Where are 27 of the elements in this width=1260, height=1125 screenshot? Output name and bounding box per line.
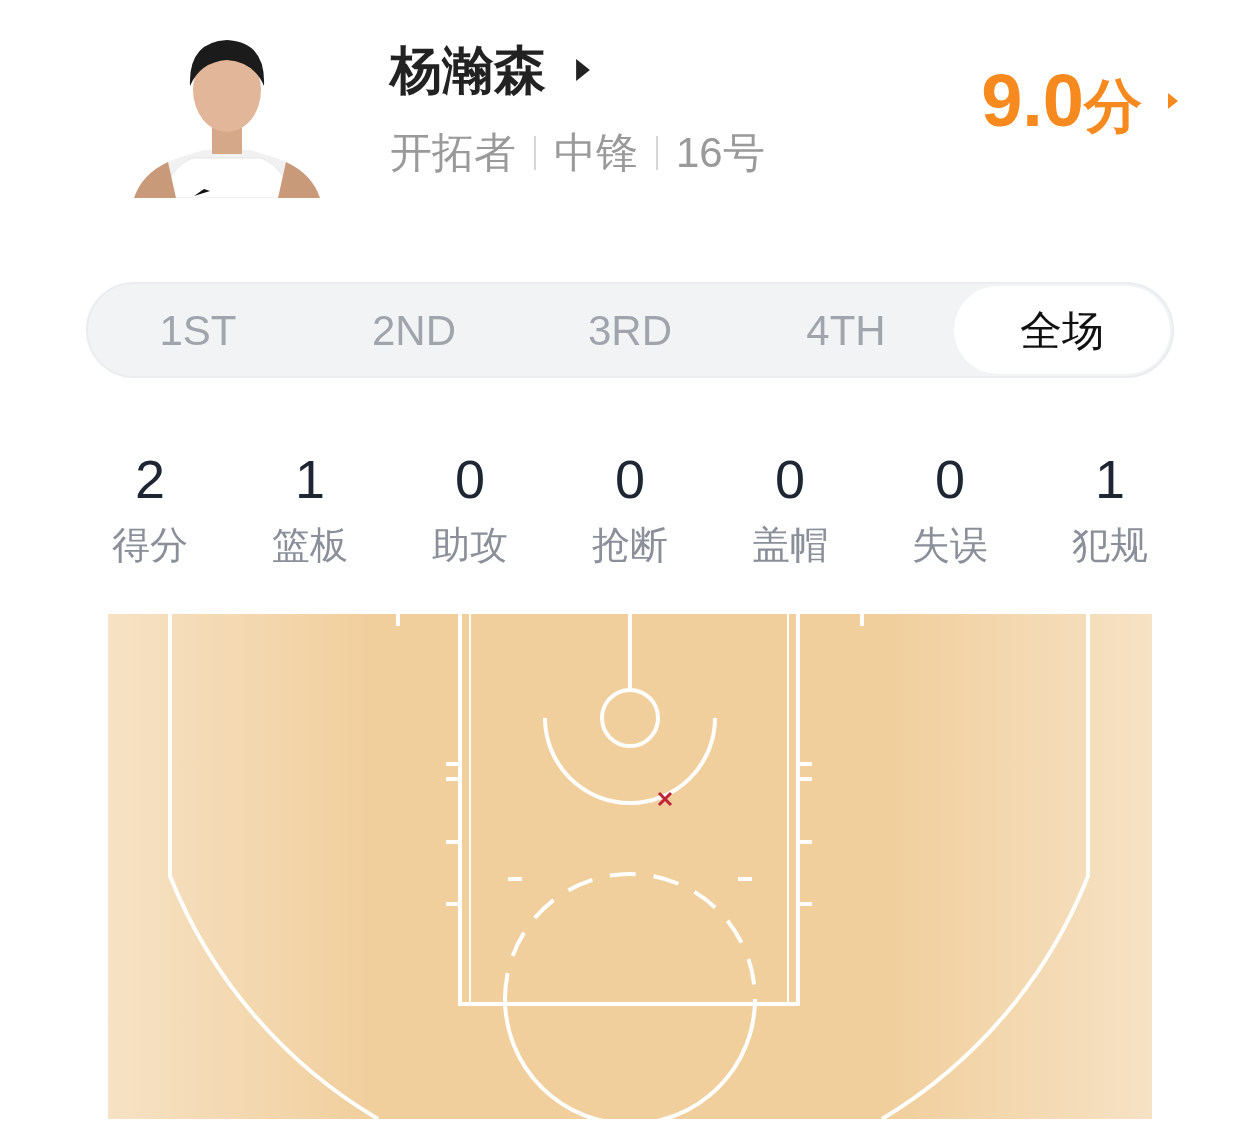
player-name[interactable]: 杨瀚森 [390,44,546,96]
period-tab[interactable]: 4TH [738,286,954,374]
stat-label: 抢断 [592,526,668,564]
caret-icon [576,59,590,81]
period-tab[interactable]: 1ST [90,286,306,374]
stat-value: 0 [614,452,645,506]
stat-value: 0 [454,452,485,506]
period-tab[interactable]: 2ND [306,286,522,374]
stat-value: 2 [134,452,165,506]
player-position: 中锋 [554,132,638,174]
rating-score[interactable]: 9.0分 [981,64,1142,138]
period-tab[interactable]: 全场 [954,286,1170,374]
stat-label: 篮板 [272,526,348,564]
stat-label: 失误 [912,526,988,564]
stat-label: 犯规 [1072,526,1148,564]
caret-icon [1168,93,1178,109]
stat-value: 1 [1094,452,1125,506]
team-name: 开拓者 [390,132,516,174]
stat-label: 盖帽 [752,526,828,564]
stat-label: 得分 [112,526,188,564]
miss-marker-icon [657,791,673,807]
stat-value: 0 [774,452,805,506]
period-tab[interactable]: 3RD [522,286,738,374]
jersey-number: 16号 [676,132,765,174]
stat-value: 0 [934,452,965,506]
stat-label: 助攻 [432,526,508,564]
stat-value: 1 [294,452,325,506]
